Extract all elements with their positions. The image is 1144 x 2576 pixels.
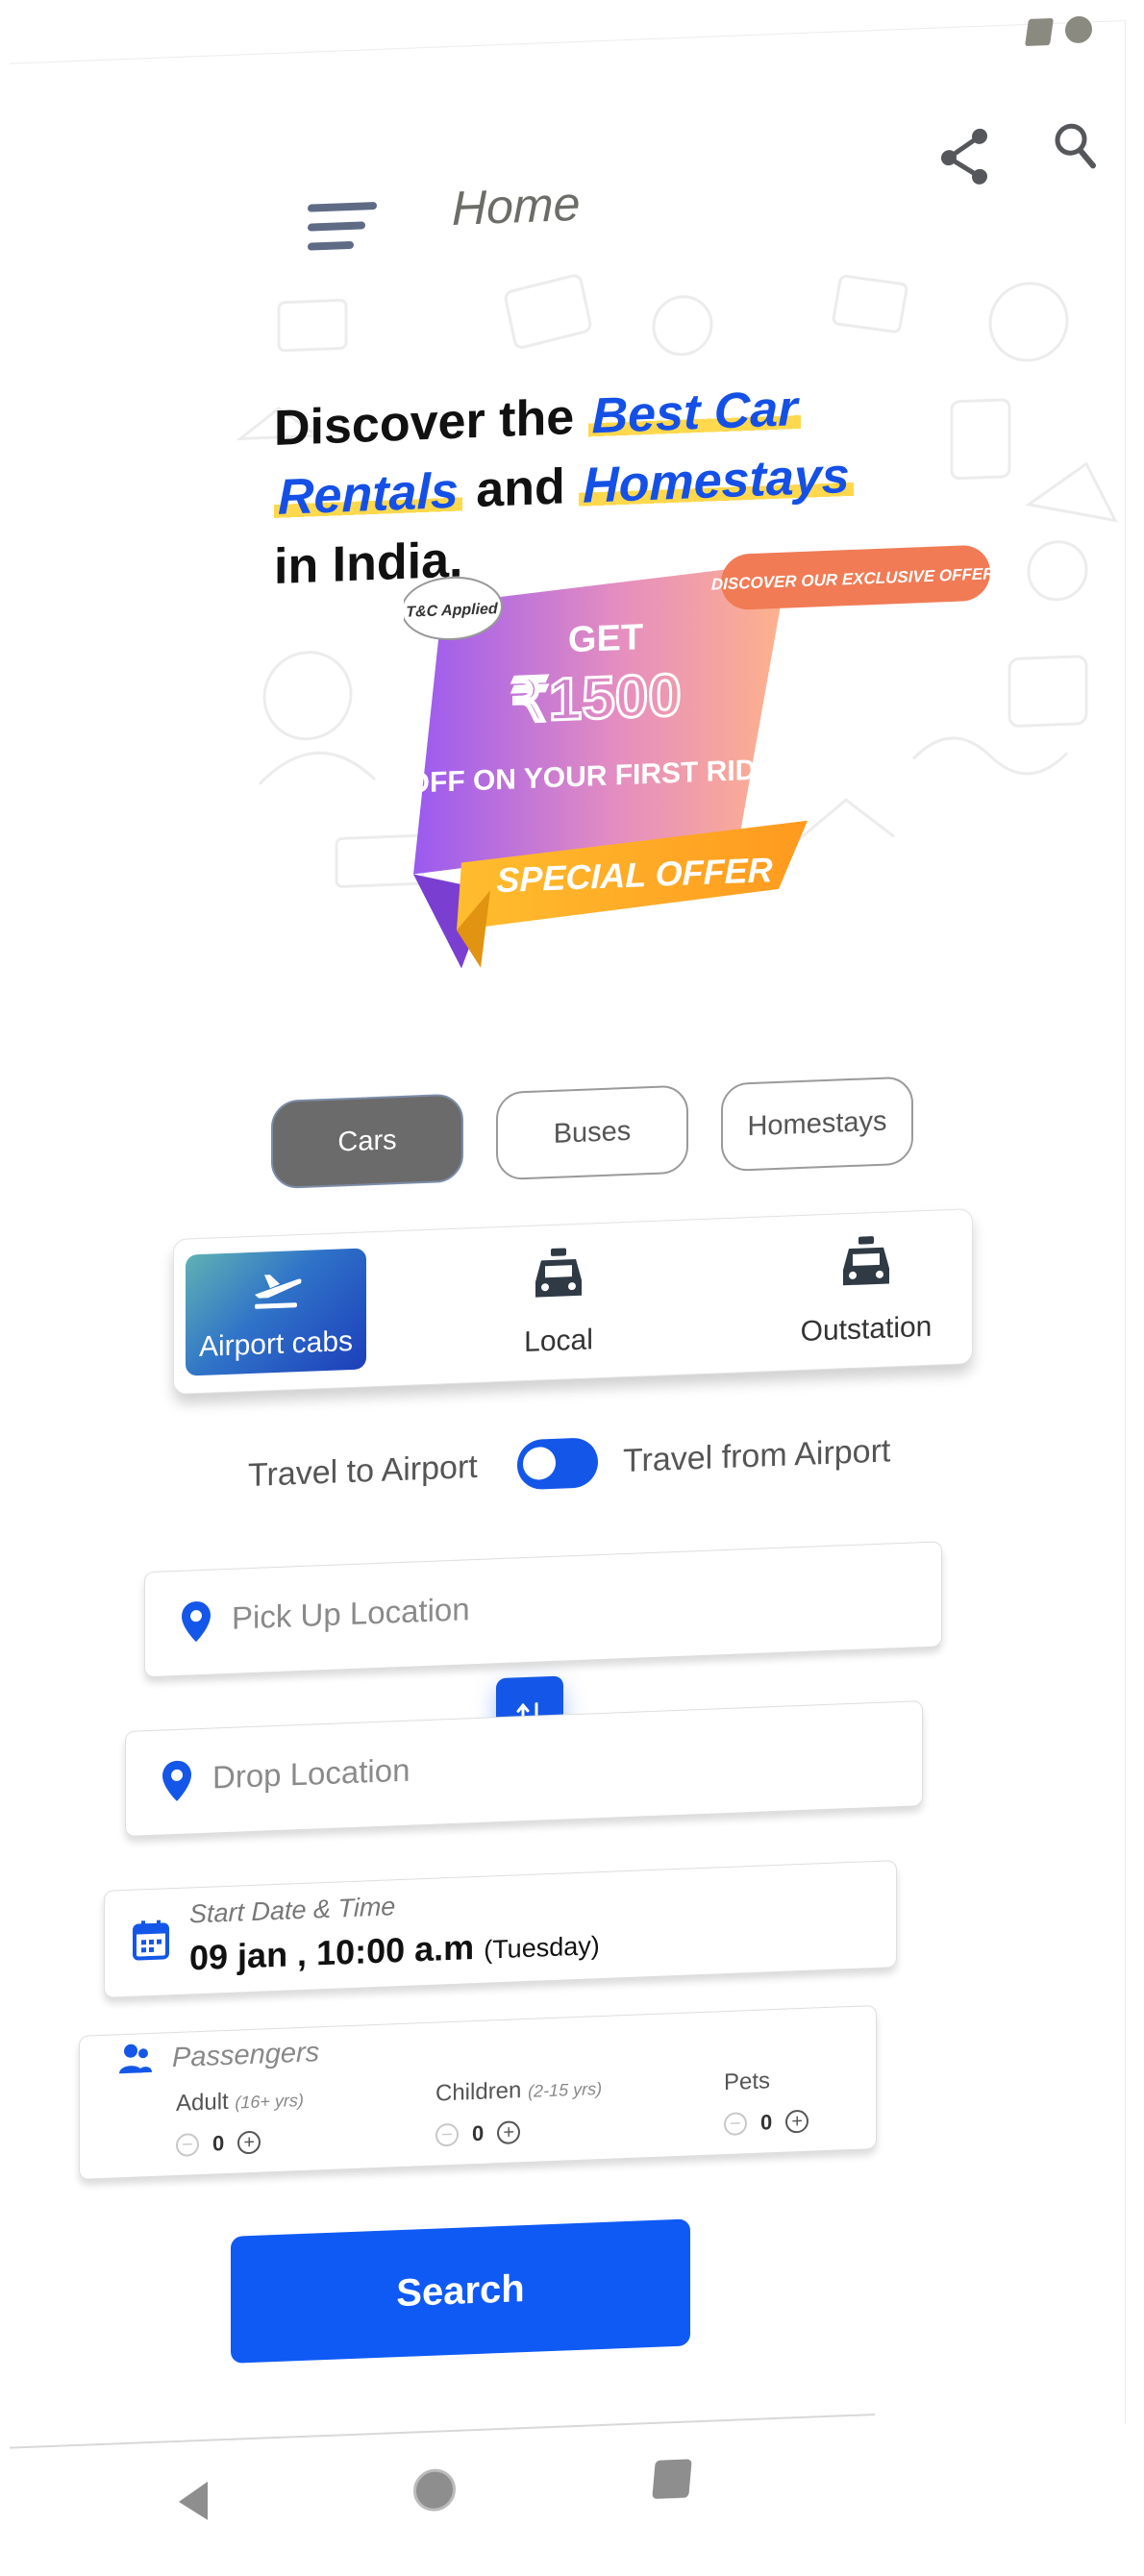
adult-increment-button[interactable]: + [237, 2130, 261, 2155]
hero-line2-plain: and [476, 458, 565, 518]
date-label: Start Date & Time [189, 1892, 396, 1929]
page-title: Home [452, 176, 581, 235]
hero-line1-highlight: Best Car [587, 380, 802, 445]
hero-line1-plain: Discover the [274, 389, 575, 458]
children-age: (2-15 yrs) [528, 2078, 603, 2101]
adult-age: (16+ yrs) [235, 2090, 304, 2113]
service-local-label: Local [524, 1324, 593, 1359]
direction-toggle[interactable] [517, 1437, 598, 1491]
offer-get: GET [568, 617, 643, 660]
hero-line2-highlight: Rentals [274, 462, 462, 527]
pickup-placeholder: Pick Up Location [232, 1591, 470, 1636]
search-icon[interactable] [1053, 120, 1097, 172]
adult-count: 0 [212, 2131, 225, 2156]
service-local[interactable]: Local [462, 1243, 655, 1366]
children-decrement-button[interactable]: − [435, 2122, 459, 2147]
children-count: 0 [472, 2120, 485, 2146]
service-type-card: Airport cabs Local Outstation [173, 1208, 973, 1396]
passengers-label: Passengers [172, 2037, 320, 2074]
date-value: 09 jan , 10:00 a.m [189, 1927, 475, 1978]
passenger-pets: Pets − 0 + [724, 2068, 809, 2137]
children-label: Children [435, 2077, 522, 2107]
pets-increment-button[interactable]: + [785, 2109, 809, 2134]
status-square-icon [1025, 17, 1054, 47]
service-outstation[interactable]: Outstation [770, 1231, 962, 1354]
pets-label: Pets [724, 2068, 771, 2096]
recent-apps-icon[interactable] [652, 2459, 692, 2499]
passenger-adult: Adult (16+ yrs) − 0 + [176, 2086, 304, 2157]
hero-line2-highlight2: Homestays [579, 447, 854, 514]
pets-stepper: − 0 + [724, 2104, 830, 2141]
home-icon[interactable] [413, 2467, 456, 2513]
tab-cars[interactable]: Cars [271, 1093, 463, 1190]
tab-buses[interactable]: Buses [496, 1084, 688, 1181]
children-increment-button[interactable]: + [497, 2120, 521, 2145]
location-pin-icon [162, 1760, 191, 1801]
adult-decrement-button[interactable]: − [176, 2133, 199, 2157]
service-airport-cabs[interactable]: Airport cabs [186, 1248, 366, 1376]
passenger-children: Children (2-15 yrs) − 0 + [435, 2074, 603, 2147]
passengers-icon [119, 2043, 152, 2074]
taxi-icon [843, 1236, 889, 1286]
passengers-field: Passengers Adult (16+ yrs) − 0 + Childre… [79, 2004, 877, 2180]
adult-label: Adult [176, 2088, 229, 2117]
children-stepper: − 0 + [435, 2115, 541, 2151]
service-outstation-label: Outstation [800, 1310, 933, 1349]
adult-stepper: − 0 + [176, 2125, 282, 2162]
back-icon[interactable] [173, 2478, 211, 2526]
drop-placeholder: Drop Location [212, 1751, 410, 1796]
calendar-icon [133, 1920, 169, 1961]
offer-amount: ₹1500 [510, 662, 681, 735]
date-day: (Tuesday) [484, 1931, 600, 1965]
special-offer-banner[interactable]: T&C Applied DISCOVER OUR EXCLUSIVE OFFER… [404, 525, 1009, 971]
date-value-row: 09 jan , 10:00 a.m (Tuesday) [189, 1922, 600, 1978]
toggle-knob [523, 1446, 556, 1481]
service-airport-label: Airport cabs [198, 1325, 354, 1364]
hamburger-menu-icon[interactable] [308, 198, 377, 259]
pets-decrement-button[interactable]: − [724, 2112, 747, 2137]
share-icon[interactable] [937, 126, 991, 187]
location-pin-icon [182, 1601, 211, 1643]
airplane-departure-icon [255, 1275, 302, 1309]
taxi-icon [535, 1248, 582, 1298]
tab-homestays[interactable]: Homestays [721, 1076, 913, 1173]
search-button[interactable]: Search [231, 2218, 690, 2364]
pets-count: 0 [760, 2110, 773, 2135]
